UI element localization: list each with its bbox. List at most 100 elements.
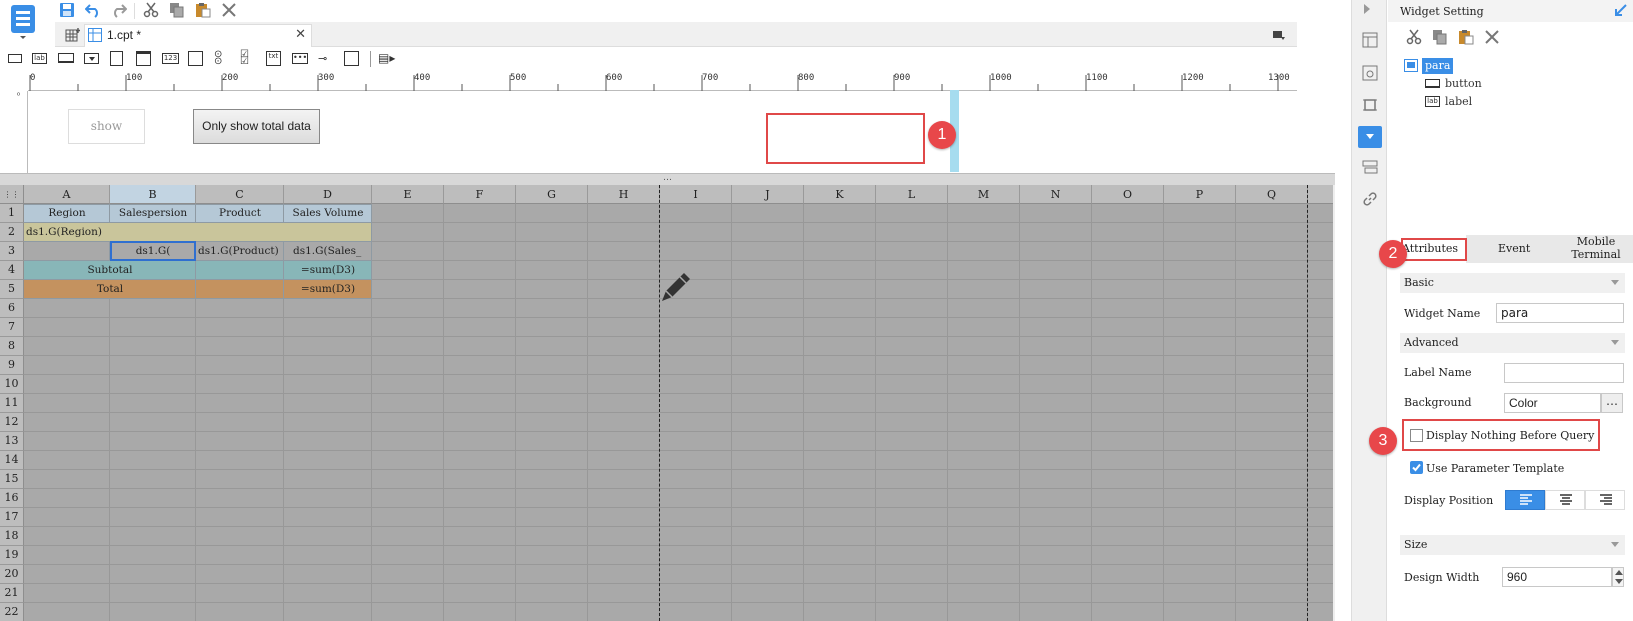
row-header-7[interactable]: 7 bbox=[0, 318, 24, 337]
row-header-3[interactable]: 3 bbox=[0, 242, 24, 261]
row-header-8[interactable]: 8 bbox=[0, 337, 24, 356]
design-width-stepper[interactable] bbox=[1612, 567, 1624, 587]
align-right-button[interactable] bbox=[1585, 490, 1625, 510]
column-header-f[interactable]: F bbox=[444, 185, 516, 204]
cell-b3[interactable]: ds1.G( bbox=[110, 241, 196, 261]
tab-mobile-terminal[interactable]: Mobile Terminal bbox=[1555, 235, 1633, 263]
cell-attributes-icon[interactable] bbox=[1361, 31, 1379, 49]
row-header-16[interactable]: 16 bbox=[0, 489, 24, 508]
element-attributes-icon[interactable] bbox=[1361, 64, 1379, 82]
row-header-15[interactable]: 15 bbox=[0, 470, 24, 489]
stepper-down-icon[interactable] bbox=[1615, 579, 1623, 584]
checkbox-widget-icon[interactable]: ☑ ☑ bbox=[240, 50, 255, 67]
button-widget-icon[interactable] bbox=[58, 53, 74, 63]
cell-d5[interactable]: =sum(D3) bbox=[284, 280, 372, 299]
expand-panel-icon[interactable] bbox=[1364, 4, 1370, 14]
column-header-c[interactable]: C bbox=[196, 185, 284, 204]
column-header-m[interactable]: M bbox=[948, 185, 1020, 204]
row-header-22[interactable]: 22 bbox=[0, 603, 24, 621]
column-header-n[interactable]: N bbox=[1020, 185, 1092, 204]
row-header-10[interactable]: 10 bbox=[0, 375, 24, 394]
panel-copy-icon[interactable] bbox=[1431, 28, 1449, 46]
save-icon[interactable] bbox=[58, 1, 76, 19]
tab-event[interactable]: Event bbox=[1480, 235, 1540, 263]
hyperlink-icon[interactable] bbox=[1361, 190, 1379, 208]
section-size[interactable]: Size bbox=[1400, 535, 1625, 555]
app-menu-button[interactable] bbox=[8, 3, 38, 41]
row-header-9[interactable]: 9 bbox=[0, 356, 24, 375]
more-widgets-icon[interactable]: ▤▸ bbox=[378, 51, 402, 66]
cell-d3[interactable]: ds1.G(Sales_ bbox=[293, 242, 372, 261]
align-center-button[interactable] bbox=[1545, 490, 1585, 510]
tab-menu-icon[interactable] bbox=[1270, 26, 1288, 44]
row-header-14[interactable]: 14 bbox=[0, 451, 24, 470]
row-header-13[interactable]: 13 bbox=[0, 432, 24, 451]
file-tab[interactable]: 1.cpt * ✕ bbox=[84, 24, 312, 47]
report-grid[interactable]: ⋮⋮ ABCDEFGHIJKLMNOPQ 1 2 3 4 5 6 7 8 9 10 11 12 13 14… bbox=[0, 185, 1335, 621]
column-header-g[interactable]: G bbox=[516, 185, 588, 204]
close-tab-icon[interactable]: ✕ bbox=[295, 27, 306, 42]
copy-icon[interactable] bbox=[168, 1, 186, 19]
background-field[interactable]: Color bbox=[1504, 393, 1601, 413]
show-label-widget[interactable]: show bbox=[68, 109, 145, 144]
panel-cut-icon[interactable] bbox=[1405, 28, 1423, 46]
listbox-widget-icon[interactable] bbox=[110, 51, 123, 66]
row-header-4[interactable]: 4 bbox=[0, 261, 24, 280]
new-report-icon[interactable] bbox=[64, 26, 82, 44]
cell-b1[interactable]: Salespersion bbox=[110, 204, 196, 223]
column-header-a[interactable]: A bbox=[24, 185, 110, 204]
tag-widget-icon[interactable]: ⊸ bbox=[318, 53, 334, 64]
column-header-i[interactable]: I bbox=[660, 185, 732, 204]
label-name-field[interactable] bbox=[1504, 363, 1624, 383]
stepper-up-icon[interactable] bbox=[1615, 570, 1623, 575]
select-all-corner[interactable]: ⋮⋮ bbox=[0, 185, 24, 204]
cell-a2[interactable]: ds1.G(Region) bbox=[26, 223, 226, 242]
column-header-h[interactable]: H bbox=[588, 185, 660, 204]
panel-delete-icon[interactable] bbox=[1483, 28, 1501, 46]
text-widget-icon[interactable]: txt bbox=[266, 51, 281, 66]
undo-icon[interactable] bbox=[84, 1, 102, 19]
cut-icon[interactable] bbox=[142, 1, 160, 19]
cell-a4[interactable]: Subtotal bbox=[24, 261, 196, 280]
condition-icon[interactable] bbox=[1361, 158, 1379, 176]
only-show-total-button[interactable]: Only show total data bbox=[193, 109, 320, 144]
widget-name-field[interactable]: para bbox=[1496, 303, 1624, 323]
row-header-12[interactable]: 12 bbox=[0, 413, 24, 432]
column-header-e[interactable]: E bbox=[372, 185, 444, 204]
use-template-checkbox[interactable] bbox=[1410, 461, 1423, 474]
column-header-j[interactable]: J bbox=[732, 185, 804, 204]
column-header-b[interactable]: B bbox=[110, 185, 196, 204]
radio-widget-icon[interactable]: ⊙ ⊙ bbox=[214, 50, 229, 67]
row-header-20[interactable]: 20 bbox=[0, 565, 24, 584]
number-widget-icon[interactable]: 123 bbox=[162, 53, 179, 64]
cell-d1[interactable]: Sales Volume bbox=[284, 204, 372, 223]
column-header-q[interactable]: Q bbox=[1236, 185, 1308, 204]
column-header-p[interactable]: P bbox=[1164, 185, 1236, 204]
widget-tree-item-label[interactable]: lab label bbox=[1425, 94, 1505, 110]
row-header-19[interactable]: 19 bbox=[0, 546, 24, 565]
date-widget-icon[interactable] bbox=[136, 51, 151, 66]
row-header-17[interactable]: 17 bbox=[0, 508, 24, 527]
paste-icon[interactable] bbox=[194, 1, 212, 19]
column-header-l[interactable]: L bbox=[876, 185, 948, 204]
design-width-field[interactable]: 960 bbox=[1502, 567, 1612, 587]
label-widget-icon[interactable]: lab bbox=[32, 53, 47, 64]
textarea-widget-icon[interactable] bbox=[188, 51, 203, 66]
row-header-1[interactable]: 1 bbox=[0, 204, 24, 223]
row-header-11[interactable]: 11 bbox=[0, 394, 24, 413]
cell-a1[interactable]: Region bbox=[24, 204, 110, 223]
grid-scrollbar[interactable] bbox=[1333, 185, 1335, 621]
column-header-d[interactable]: D bbox=[284, 185, 372, 204]
widget-setting-icon[interactable] bbox=[1358, 126, 1382, 148]
align-left-button[interactable] bbox=[1505, 490, 1545, 510]
panel-paste-icon[interactable] bbox=[1457, 28, 1475, 46]
widget-tree-item-button[interactable]: button bbox=[1425, 76, 1505, 92]
redo-icon[interactable] bbox=[110, 1, 128, 19]
widget-tree-item-para[interactable]: para bbox=[1404, 58, 1484, 74]
pane-splitter[interactable]: … bbox=[0, 173, 1335, 185]
tree-widget-icon[interactable] bbox=[344, 51, 359, 66]
section-basic[interactable]: Basic bbox=[1400, 273, 1625, 293]
frame-icon[interactable] bbox=[1361, 96, 1379, 114]
column-header-k[interactable]: K bbox=[804, 185, 876, 204]
dock-panel-icon[interactable] bbox=[1611, 2, 1629, 20]
